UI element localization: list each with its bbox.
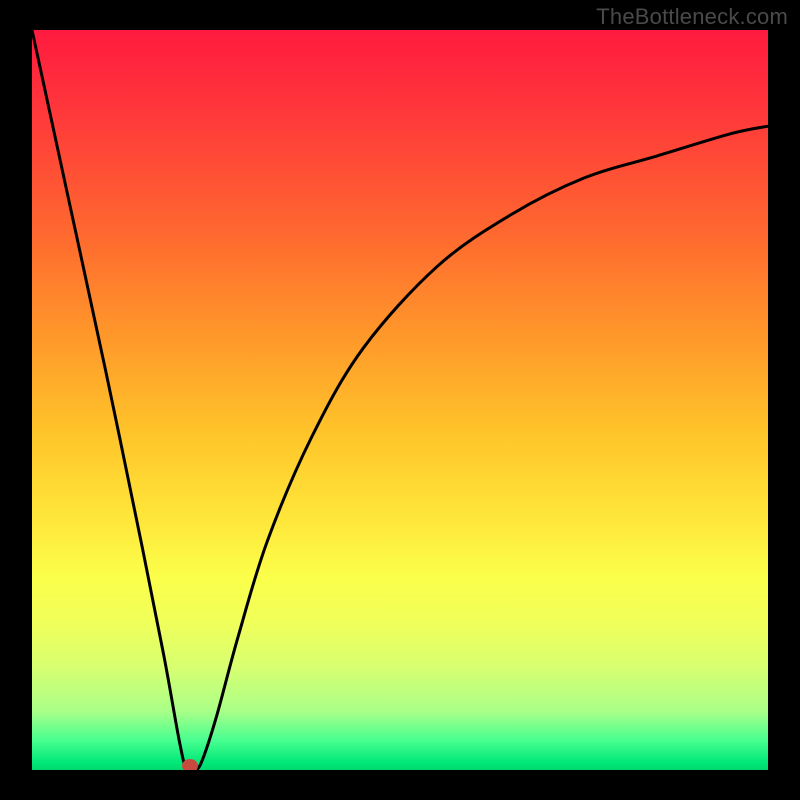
marker-dot bbox=[182, 759, 198, 770]
curve-line bbox=[32, 30, 768, 770]
plot-area bbox=[32, 30, 768, 770]
chart-frame: TheBottleneck.com bbox=[0, 0, 800, 800]
watermark-text: TheBottleneck.com bbox=[596, 4, 788, 30]
